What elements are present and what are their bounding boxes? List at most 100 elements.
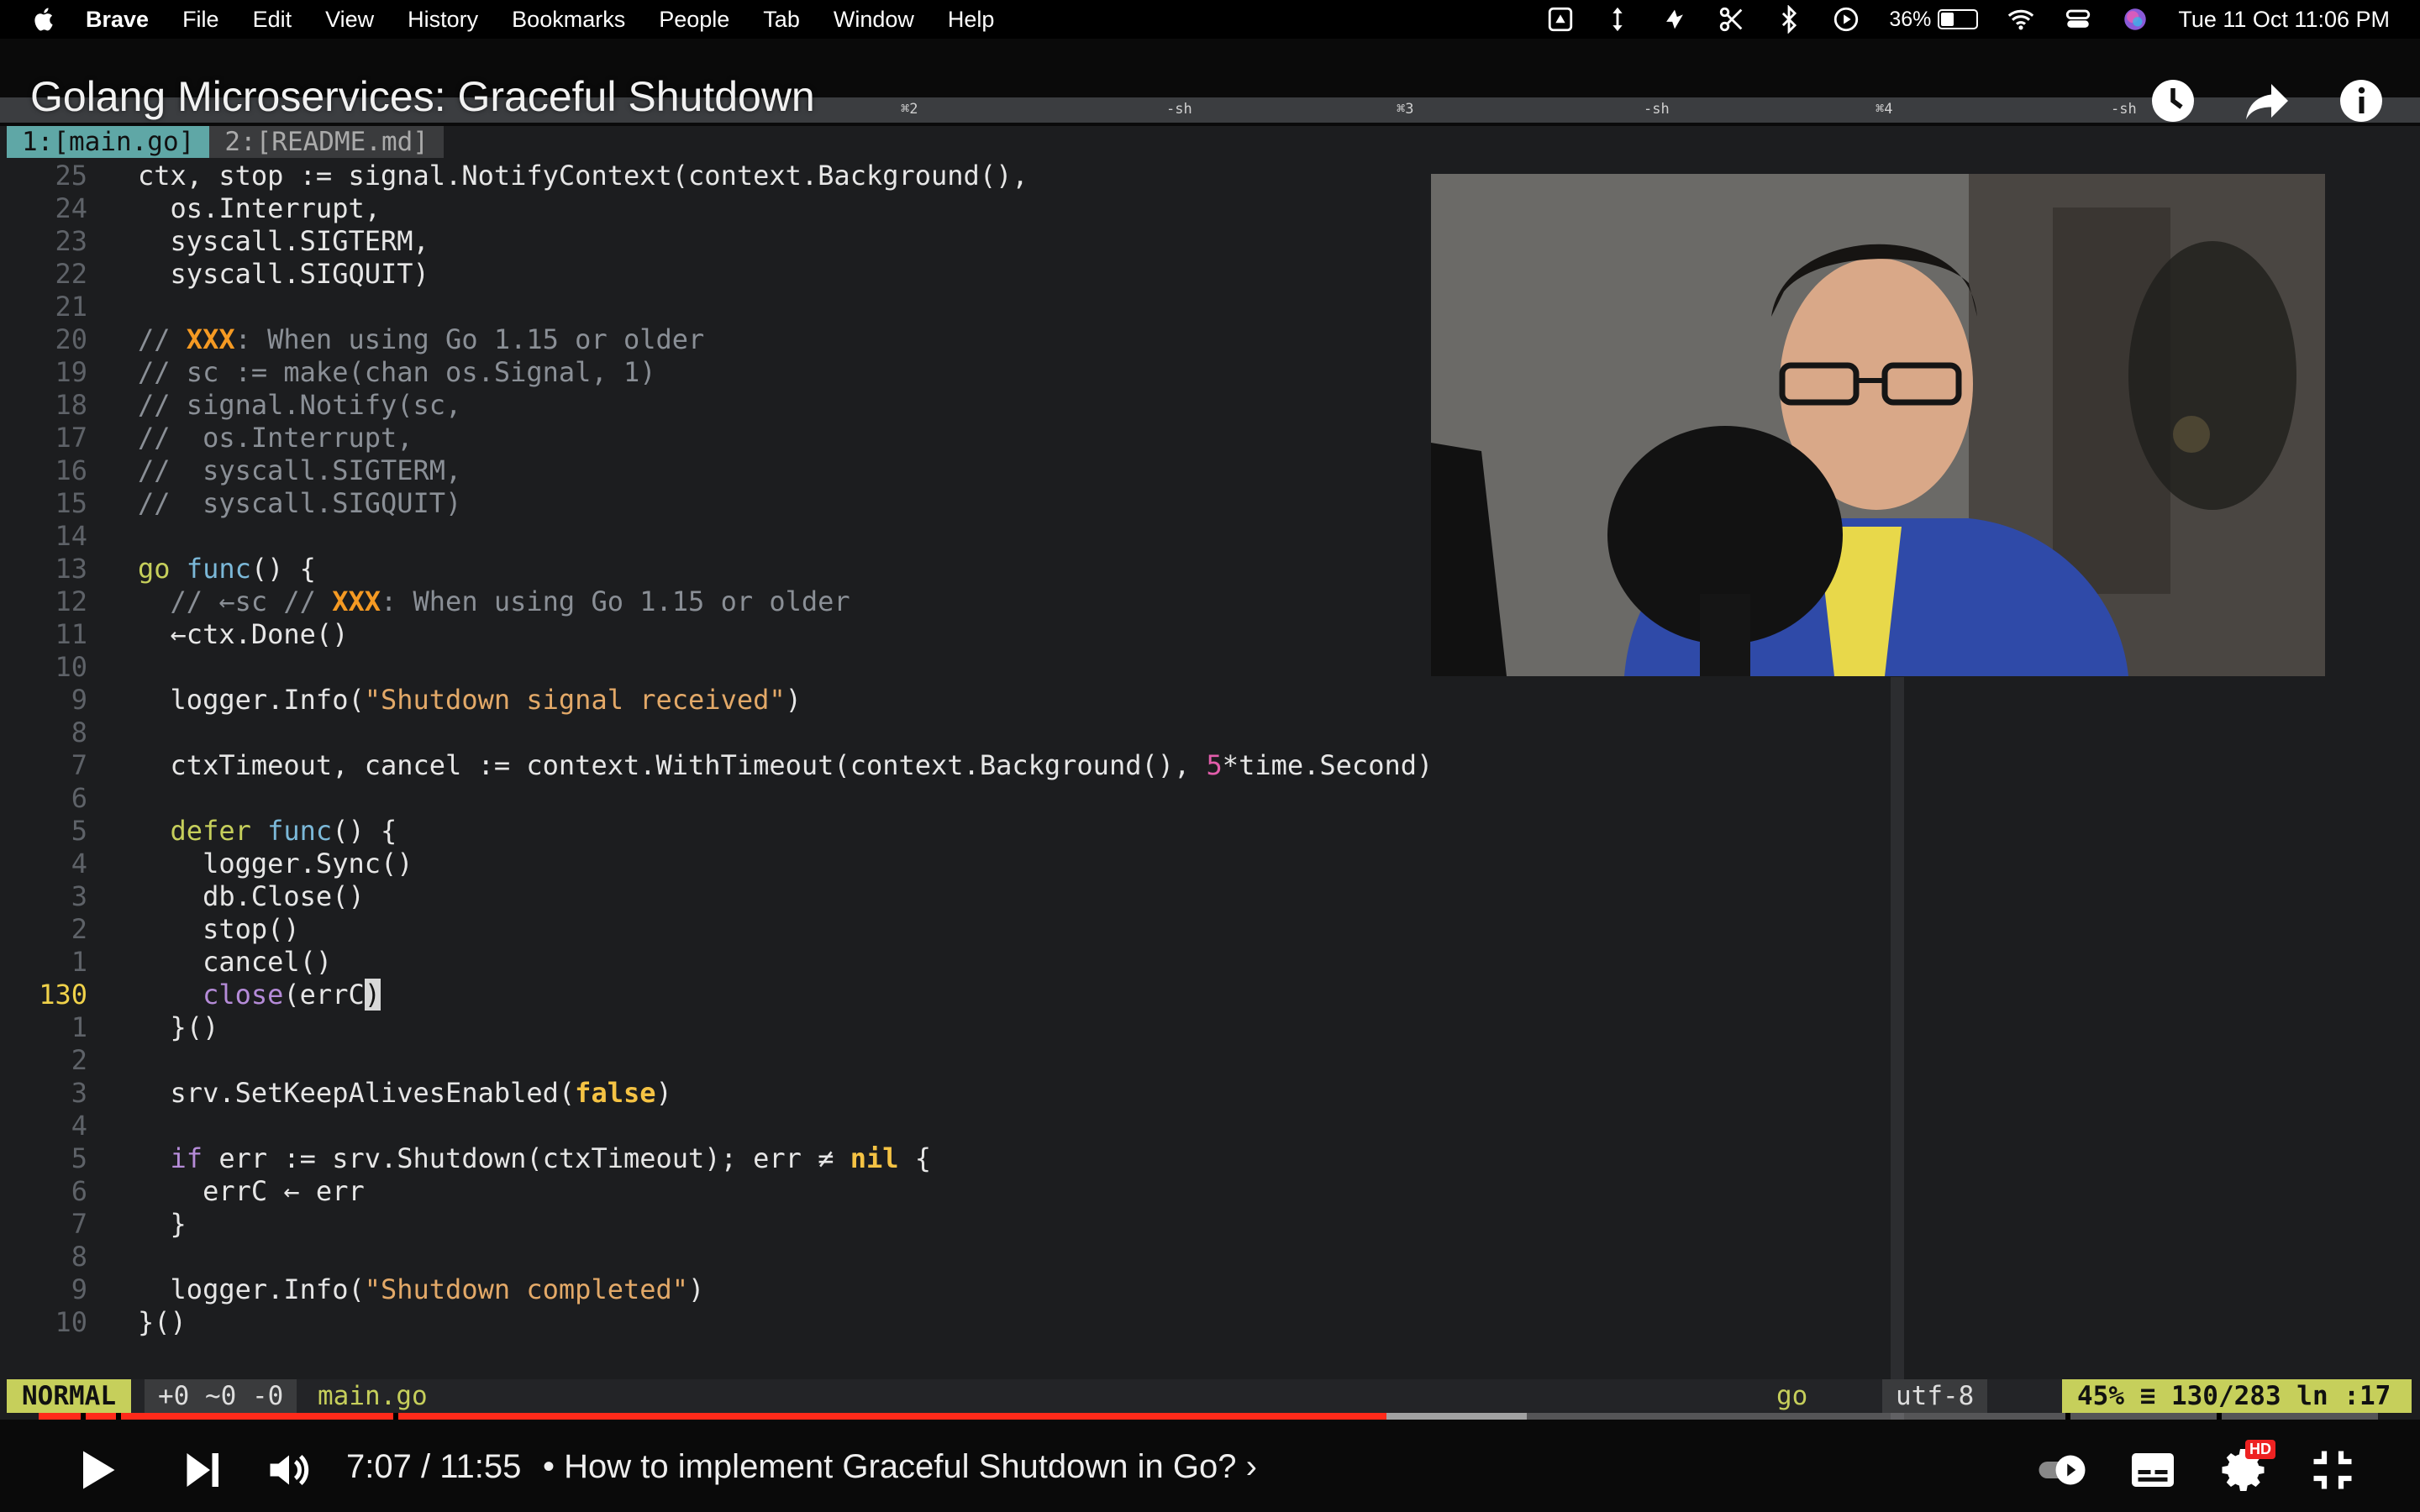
subtitles-button[interactable]: [2128, 1445, 2178, 1499]
resize-vertical-icon[interactable]: [1603, 5, 1632, 34]
autoplay-toggle[interactable]: [2022, 1445, 2102, 1499]
code-text: close(errC): [138, 979, 381, 1011]
code-text: cancel(): [138, 946, 332, 979]
line-number: 4: [71, 848, 87, 879]
code-line: 2: [0, 1044, 1891, 1077]
control-center-icon[interactable]: [2064, 5, 2092, 34]
code-token: // sc := make(chan os.Signal, 1): [138, 356, 656, 388]
code-token: // syscall.SIGQUIT): [138, 487, 462, 519]
bluetooth-icon[interactable]: [1775, 5, 1803, 34]
webcam-overlay: [1431, 174, 2325, 676]
menu-history[interactable]: History: [408, 7, 478, 33]
code-text: if err := srv.Shutdown(ctxTimeout); err …: [138, 1142, 931, 1175]
line-number: 8: [71, 717, 87, 748]
code-line: 130 close(errC): [0, 979, 1891, 1011]
sync-icon[interactable]: [1660, 5, 1689, 34]
tmux-label: ⌘2: [901, 101, 918, 118]
clock-icon[interactable]: [2148, 76, 2198, 126]
code-text: ctx, stop := signal.NotifyContext(contex…: [138, 160, 1028, 192]
code-token: XXX: [332, 585, 381, 617]
wifi-icon[interactable]: [2007, 5, 2035, 34]
menu-help[interactable]: Help: [948, 7, 995, 33]
battery-fill: [1941, 13, 1954, 26]
menu-app-name[interactable]: Brave: [86, 7, 149, 33]
chapter-title[interactable]: • How to implement Graceful Shutdown in …: [543, 1448, 1257, 1486]
volume-icon: [270, 1454, 309, 1486]
code-text: }(): [138, 1011, 219, 1044]
menu-bookmarks[interactable]: Bookmarks: [512, 7, 625, 33]
exit-fullscreen-button[interactable]: [2307, 1445, 2358, 1499]
code-token: cancel(): [138, 946, 333, 978]
code-text: // sc := make(chan os.Signal, 1): [138, 356, 656, 389]
code-token: (errC: [283, 979, 365, 1011]
menu-clock[interactable]: Tue 11 Oct 11:06 PM: [2178, 7, 2390, 33]
chapter-divider: [116, 1413, 121, 1420]
code-token: : When using Go 1.15 or older: [380, 585, 850, 617]
code-line: 9 logger.Info("Shutdown signal received"…: [0, 684, 1891, 717]
siri-icon[interactable]: [2121, 5, 2149, 34]
code-token: 5: [1206, 749, 1223, 781]
line-number: 25: [55, 160, 87, 192]
status-filename: main.go: [318, 1381, 428, 1411]
menu-view[interactable]: View: [325, 7, 374, 33]
vim-statusline: NORMAL +0 ~0 -0 main.go go utf-8 45% ≡ 1…: [7, 1379, 2412, 1413]
tab-readme: 2:[README.md]: [209, 126, 444, 158]
battery-status[interactable]: 36%: [1889, 7, 1979, 32]
line-number: 9: [71, 1273, 87, 1305]
code-token: os.Interrupt,: [138, 192, 381, 224]
video-player[interactable]: Golang Microservices: Graceful Shutdown …: [0, 39, 2420, 1512]
code-text: ←ctx.Done(): [138, 618, 349, 651]
code-line: 2 stop(): [0, 913, 1891, 946]
video-top-actions: [2148, 76, 2386, 126]
code-line: 1 cancel(): [0, 946, 1891, 979]
code-text: // signal.Notify(sc,: [138, 389, 461, 422]
code-token: () {: [332, 815, 397, 847]
chapter-divider: [81, 1413, 86, 1420]
line-number: 14: [55, 520, 87, 552]
battery-percent: 36%: [1889, 7, 1932, 31]
code-token: srv.SetKeepAlivesEnabled(: [138, 1077, 576, 1109]
line-number: 6: [71, 782, 87, 814]
line-number: 24: [55, 192, 87, 224]
status-filetype: go: [1776, 1381, 1808, 1411]
share-icon[interactable]: [2242, 76, 2292, 126]
play-button[interactable]: [71, 1445, 121, 1499]
line-number: 4: [71, 1110, 87, 1142]
menu-window[interactable]: Window: [834, 7, 914, 33]
now-playing-icon[interactable]: [1832, 5, 1860, 34]
line-number: 10: [55, 1306, 87, 1338]
code-token: ): [655, 1077, 672, 1109]
code-token: func: [250, 815, 333, 847]
code-text: db.Close(): [138, 880, 365, 913]
code-line: 10}(): [0, 1306, 1891, 1339]
code-text: srv.SetKeepAlivesEnabled(false): [138, 1077, 672, 1110]
menu-file[interactable]: File: [182, 7, 219, 33]
play-icon: [83, 1451, 115, 1489]
drive-icon[interactable]: [1546, 5, 1575, 34]
info-icon[interactable]: [2336, 76, 2386, 126]
video-title[interactable]: Golang Microservices: Graceful Shutdown: [30, 72, 815, 121]
volume-button[interactable]: [264, 1445, 314, 1499]
code-text: stop(): [138, 913, 300, 946]
code-line: 4: [0, 1110, 1891, 1142]
menu-people[interactable]: People: [659, 7, 729, 33]
scissors-icon[interactable]: [1718, 5, 1746, 34]
code-token: defer: [138, 815, 251, 847]
tab-main-go: 1:[main.go]: [7, 126, 210, 158]
code-token: if: [138, 1142, 203, 1174]
status-position: 45% ≡ 130/283 ln :17: [2062, 1379, 2412, 1413]
menu-edit[interactable]: Edit: [253, 7, 292, 33]
menu-tab[interactable]: Tab: [763, 7, 800, 33]
video-progress-bar[interactable]: [39, 1413, 2378, 1420]
code-token: ←ctx.Done(): [138, 618, 349, 650]
code-token: ): [785, 684, 802, 716]
code-text: logger.Sync(): [138, 848, 413, 880]
settings-button[interactable]: HD: [2220, 1440, 2275, 1499]
apple-logo-icon[interactable]: [30, 5, 59, 34]
line-number: 10: [55, 651, 87, 683]
vim-mode: NORMAL: [7, 1379, 131, 1413]
code-line: 8: [0, 1241, 1891, 1273]
chapter-divider: [2065, 1413, 2070, 1420]
hd-badge: HD: [2245, 1440, 2275, 1459]
next-button[interactable]: [176, 1445, 227, 1499]
